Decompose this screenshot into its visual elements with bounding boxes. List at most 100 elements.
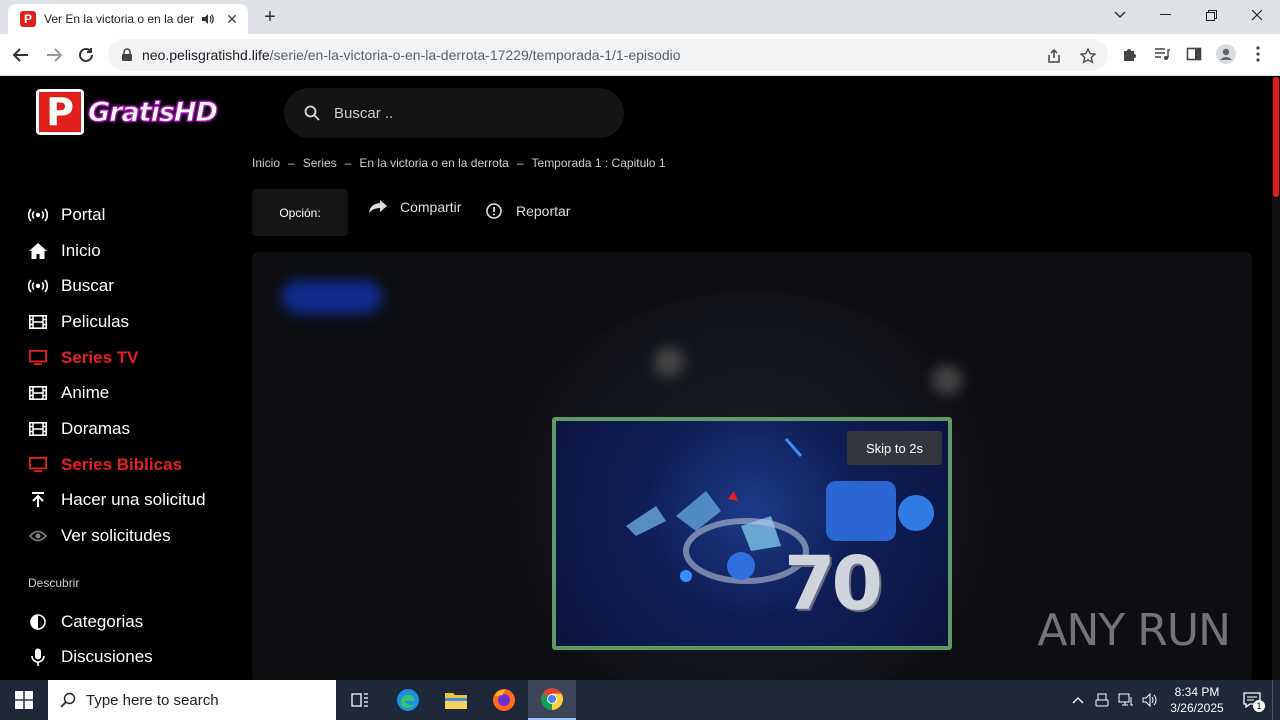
browser-tab[interactable]: P Ver En la victoria o en la derrota ✕ <box>8 4 248 34</box>
tv-icon <box>28 455 48 475</box>
broadcast-icon <box>28 205 48 225</box>
sidebar-item-buscar[interactable]: Buscar <box>28 268 248 304</box>
report-label: Reportar <box>516 203 571 219</box>
speaker-icon[interactable] <box>200 12 214 26</box>
logo-text: GratisHD <box>88 96 219 128</box>
home-icon <box>28 241 48 261</box>
task-view-icon <box>351 693 368 707</box>
new-tab-button[interactable]: + <box>258 6 282 30</box>
start-button[interactable] <box>0 680 48 720</box>
tab-search-icon[interactable] <box>1108 4 1132 26</box>
sidebar-item-doramas[interactable]: Doramas <box>28 411 248 447</box>
task-view-button[interactable] <box>336 680 384 720</box>
notification-center-button[interactable]: 1 <box>1232 680 1272 720</box>
breadcrumb-inicio[interactable]: Inicio <box>252 156 280 170</box>
site-logo[interactable]: P GratisHD <box>36 89 219 135</box>
taskbar-search-input[interactable]: Type here to search <box>48 680 336 720</box>
sidebar-item-series-tv[interactable]: Series TV <box>28 340 248 376</box>
browser-toolbar: neo.pelisgratishd.life/serie/en-la-victo… <box>0 34 1280 76</box>
sidebar-item-series-biblicas[interactable]: Series Biblicas <box>28 447 248 483</box>
forward-button[interactable] <box>41 42 67 68</box>
web-page: P GratisHD Buscar .. Portal Inicio Busca… <box>0 77 1280 680</box>
address-bar[interactable]: neo.pelisgratishd.life/serie/en-la-victo… <box>108 39 1108 71</box>
sidebar-item-portal[interactable]: Portal <box>28 197 248 233</box>
sidebar-item-label: Hacer una solicitud <box>61 490 206 510</box>
upload-icon <box>28 490 48 510</box>
usb-device-icon[interactable] <box>1090 680 1114 720</box>
tab-favicon: P <box>20 11 36 27</box>
page-scrollbar[interactable] <box>1272 77 1280 680</box>
option-button[interactable]: Opción: <box>252 189 348 236</box>
bookmark-star-icon[interactable] <box>1078 46 1098 66</box>
sidebar-item-ver-solicitudes[interactable]: Ver solicitudes <box>28 518 248 554</box>
blurred-dot <box>932 365 962 395</box>
report-button[interactable]: Reportar <box>484 201 570 221</box>
sidebar-item-hacer-solicitud[interactable]: Hacer una solicitud <box>28 483 248 519</box>
site-search-input[interactable]: Buscar .. <box>284 88 624 138</box>
volume-icon[interactable] <box>1138 680 1162 720</box>
firefox-app[interactable] <box>480 680 528 720</box>
folder-icon <box>445 693 467 709</box>
skip-ad-button[interactable]: Skip to 2s <box>847 431 942 465</box>
video-ad[interactable]: 70 Skip to 2s <box>552 417 952 650</box>
restore-button[interactable] <box>1188 0 1234 30</box>
film-icon <box>28 419 48 439</box>
sidebar-item-inicio[interactable]: Inicio <box>28 233 248 269</box>
film-icon <box>28 312 48 332</box>
windows-logo-icon <box>15 691 33 709</box>
taskbar-clock[interactable]: 8:34 PM 3/26/2025 <box>1162 684 1232 716</box>
browser-menu-icon[interactable] <box>1248 44 1268 64</box>
windows-taskbar: Type here to search 8:34 PM 3/26/2025 1 <box>0 680 1280 720</box>
sidebar-item-label: Buscar <box>61 276 114 296</box>
sidebar-item-label: Series TV <box>61 347 139 367</box>
share-arrow-icon <box>368 197 388 217</box>
firefox-icon <box>493 689 515 711</box>
extensions-puzzle-icon[interactable] <box>1120 44 1140 64</box>
blurred-button <box>282 280 382 314</box>
breadcrumb-serie[interactable]: En la victoria o en la derrota <box>359 156 508 170</box>
minimize-button[interactable] <box>1142 0 1188 30</box>
film-icon <box>28 383 48 403</box>
sidebar-nav: Portal Inicio Buscar Peliculas Series TV… <box>28 197 248 675</box>
ad-big-text: 70 <box>784 541 883 627</box>
scrollbar-thumb[interactable] <box>1273 77 1279 197</box>
chevron-up-icon[interactable] <box>1066 680 1090 720</box>
reload-button[interactable] <box>73 42 99 68</box>
tab-close-icon[interactable]: ✕ <box>224 11 240 28</box>
sidebar-item-discusiones[interactable]: Discusiones <box>28 640 248 676</box>
close-window-button[interactable] <box>1234 0 1280 30</box>
search-placeholder: Buscar .. <box>334 104 394 122</box>
share-button[interactable]: Compartir <box>368 197 461 217</box>
blurred-dot <box>654 347 684 377</box>
share-label: Compartir <box>400 199 462 215</box>
sidebar-item-peliculas[interactable]: Peliculas <box>28 304 248 340</box>
sidebar-item-label: Series Biblicas <box>61 454 182 474</box>
chrome-app[interactable] <box>528 680 576 720</box>
url-host: neo.pelisgratishd.life <box>142 47 270 63</box>
clock-date: 3/26/2025 <box>1170 701 1224 715</box>
breadcrumb-current: Temporada 1 : Capitulo 1 <box>531 156 666 170</box>
breadcrumb: Inicio – Series – En la victoria o en la der… <box>252 156 666 170</box>
sidebar-item-label: Inicio <box>61 240 101 260</box>
sidebar-item-label: Doramas <box>61 418 130 438</box>
share-page-icon[interactable] <box>1044 46 1064 66</box>
profile-avatar-icon[interactable] <box>1216 44 1236 64</box>
tab-title: Ver En la victoria o en la derrota <box>44 12 194 26</box>
sidebar-item-categorias[interactable]: Categorias <box>28 604 248 640</box>
media-queue-icon[interactable] <box>1152 44 1172 64</box>
sidebar-item-label: Portal <box>61 204 106 224</box>
clock-time: 8:34 PM <box>1174 685 1220 699</box>
side-panel-icon[interactable] <box>1184 44 1204 64</box>
file-explorer-app[interactable] <box>432 680 480 720</box>
back-button[interactable] <box>8 42 34 68</box>
sidebar-item-anime[interactable]: Anime <box>28 375 248 411</box>
edge-app[interactable] <box>384 680 432 720</box>
network-icon[interactable] <box>1114 680 1138 720</box>
breadcrumb-series[interactable]: Series <box>303 156 337 170</box>
chrome-icon <box>541 688 563 710</box>
sidebar-item-label: Discusiones <box>61 647 153 667</box>
show-desktop-button[interactable] <box>1272 680 1280 720</box>
half-circle-icon <box>28 612 48 632</box>
lock-icon[interactable] <box>120 48 134 62</box>
url-path: /serie/en-la-victoria-o-en-la-derrota-17… <box>269 47 681 63</box>
